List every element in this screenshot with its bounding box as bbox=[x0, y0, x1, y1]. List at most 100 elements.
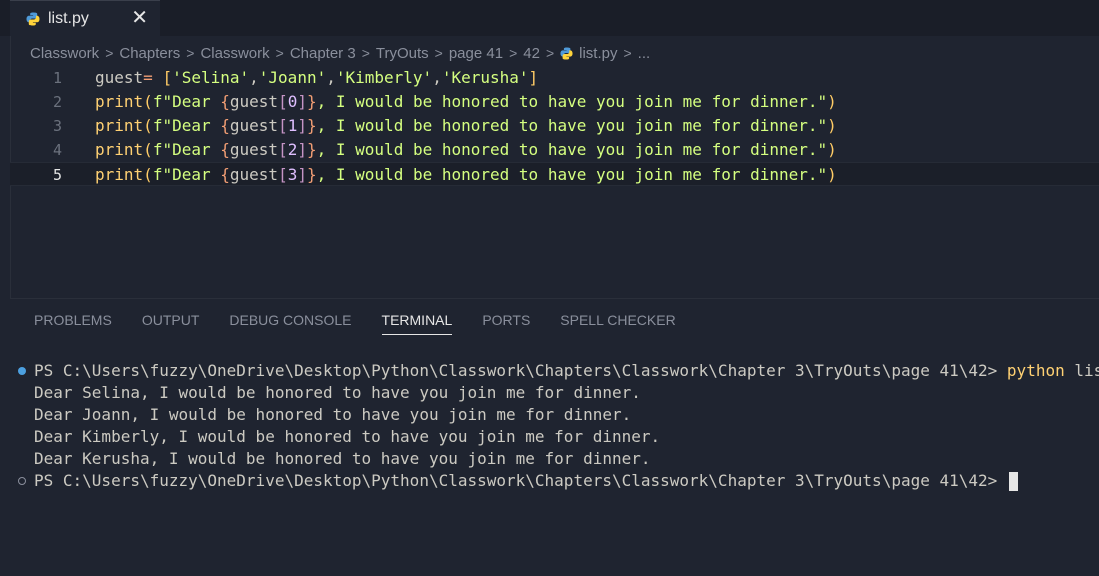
code-text: print(f"Dear {guest[2]}, I would be hono… bbox=[95, 138, 837, 162]
code-token: ] bbox=[528, 68, 539, 87]
code-token: [ bbox=[278, 140, 288, 159]
code-token: f"Dear bbox=[152, 165, 221, 184]
breadcrumb-more[interactable]: ... bbox=[638, 45, 651, 62]
tab-spell-checker[interactable]: SPELL CHECKER bbox=[560, 312, 675, 335]
command-status-dot bbox=[18, 367, 26, 375]
code-token: } bbox=[306, 92, 317, 111]
line-number: 4 bbox=[52, 141, 62, 159]
code-token: { bbox=[220, 140, 230, 159]
terminal-output-line: Dear Joann, I would be honored to have y… bbox=[34, 405, 632, 424]
code-token: = bbox=[143, 68, 163, 87]
breadcrumb: Classwork > Chapters > Classwork > Chapter 3 > T… bbox=[30, 42, 650, 64]
code-line: 1 guest= ['Selina','Joann','Kimberly','Ke… bbox=[10, 66, 1099, 90]
breadcrumb-item[interactable]: 42 bbox=[523, 45, 540, 62]
code-token: ) bbox=[827, 116, 837, 135]
python-icon bbox=[26, 12, 40, 25]
breadcrumb-file[interactable]: list.py bbox=[579, 45, 617, 62]
code-token: ( bbox=[143, 165, 153, 184]
breadcrumb-item[interactable]: Classwork bbox=[200, 45, 269, 62]
code-token: 2 bbox=[287, 140, 298, 159]
chevron-right-icon: > bbox=[186, 45, 195, 61]
python-icon bbox=[560, 46, 573, 60]
code-token: guest bbox=[95, 68, 144, 87]
terminal-command-line: PS C:\Users\fuzzy\OneDrive\Desktop\Pytho… bbox=[34, 360, 1099, 382]
chevron-right-icon: > bbox=[361, 45, 370, 61]
chevron-right-icon: > bbox=[275, 45, 284, 61]
code-token: f"Dear bbox=[152, 116, 221, 135]
code-token: , I would be honored to have you join me… bbox=[316, 116, 828, 135]
code-token: print bbox=[95, 116, 144, 135]
code-text: print(f"Dear {guest[3]}, I would be hono… bbox=[95, 163, 837, 187]
terminal-prompt: PS C:\Users\fuzzy\OneDrive\Desktop\Pytho… bbox=[34, 471, 1007, 490]
code-token: , I would be honored to have you join me… bbox=[316, 92, 828, 111]
code-token: print bbox=[95, 165, 144, 184]
code-token: ) bbox=[827, 92, 837, 111]
tab-list-py[interactable]: list.py ✕ bbox=[10, 0, 160, 36]
code-token: print bbox=[95, 92, 144, 111]
code-token: } bbox=[306, 116, 317, 135]
code-token: [ bbox=[162, 68, 173, 87]
breadcrumb-item[interactable]: TryOuts bbox=[376, 45, 429, 62]
code-token: ] bbox=[297, 140, 307, 159]
code-token: ( bbox=[143, 140, 153, 159]
terminal-command-arg: list.py bbox=[1074, 361, 1099, 380]
line-number: 2 bbox=[52, 93, 62, 111]
editor-tab-bar: list.py ✕ bbox=[0, 0, 1099, 36]
code-token: , bbox=[249, 68, 259, 87]
tab-problems[interactable]: PROBLEMS bbox=[34, 312, 112, 335]
line-number: 3 bbox=[52, 117, 62, 135]
code-token: f"Dear bbox=[152, 92, 221, 111]
code-token: ] bbox=[297, 116, 307, 135]
code-line: 4 print(f"Dear {guest[2]}, I would be hon… bbox=[10, 138, 1099, 162]
code-text: guest= ['Selina','Joann','Kimberly','Ker… bbox=[95, 66, 538, 90]
code-token: , I would be honored to have you join me… bbox=[316, 140, 828, 159]
code-token: , bbox=[432, 68, 442, 87]
tab-label: list.py bbox=[48, 9, 89, 27]
chevron-right-icon: > bbox=[545, 45, 555, 61]
terminal-output-line: Dear Kimberly, I would be honored to hav… bbox=[34, 427, 661, 446]
code-token: 1 bbox=[287, 116, 298, 135]
code-token: { bbox=[220, 165, 230, 184]
code-token: ( bbox=[143, 92, 153, 111]
breadcrumb-item[interactable]: Chapters bbox=[119, 45, 180, 62]
code-token: ] bbox=[297, 92, 307, 111]
breadcrumb-item[interactable]: Classwork bbox=[30, 45, 99, 62]
code-token: ) bbox=[827, 165, 837, 184]
terminal-prompt: PS C:\Users\fuzzy\OneDrive\Desktop\Pytho… bbox=[34, 361, 1007, 380]
code-token: guest bbox=[229, 140, 279, 159]
terminal-output-line: Dear Kerusha, I would be honored to have… bbox=[34, 449, 651, 468]
code-token: print bbox=[95, 140, 144, 159]
tab-debug-console[interactable]: DEBUG CONSOLE bbox=[229, 312, 351, 335]
code-token: ) bbox=[827, 140, 837, 159]
tab-terminal[interactable]: TERMINAL bbox=[381, 312, 453, 335]
breadcrumb-item[interactable]: page 41 bbox=[449, 45, 503, 62]
code-token: 'Joann' bbox=[258, 68, 327, 87]
code-token: 3 bbox=[287, 165, 298, 184]
code-token: 'Selina' bbox=[172, 68, 250, 87]
breadcrumb-item[interactable]: Chapter 3 bbox=[290, 45, 356, 62]
code-token: ] bbox=[297, 165, 307, 184]
command-status-dot bbox=[18, 477, 26, 485]
code-text: print(f"Dear {guest[1]}, I would be hono… bbox=[95, 114, 837, 138]
terminal-output-line: Dear Selina, I would be honored to have … bbox=[34, 383, 641, 402]
tab-ports[interactable]: PORTS bbox=[482, 312, 530, 335]
code-token: } bbox=[306, 165, 317, 184]
code-token: guest bbox=[229, 92, 279, 111]
code-editor[interactable]: 1 guest= ['Selina','Joann','Kimberly','Ke… bbox=[10, 66, 1099, 298]
tab-output[interactable]: OUTPUT bbox=[142, 312, 200, 335]
code-token: , bbox=[326, 68, 336, 87]
close-icon[interactable]: ✕ bbox=[131, 7, 148, 29]
panel-tabs: PROBLEMS OUTPUT DEBUG CONSOLE TERMINAL PORTS… bbox=[34, 312, 706, 335]
terminal-cursor[interactable] bbox=[1008, 472, 1018, 491]
code-line: 3 print(f"Dear {guest[1]}, I would be hon… bbox=[10, 114, 1099, 138]
code-line: 5 print(f"Dear {guest[3]}, I would be hon… bbox=[10, 162, 1099, 186]
chevron-right-icon: > bbox=[509, 45, 518, 61]
chevron-right-icon: > bbox=[434, 45, 443, 61]
code-token: guest bbox=[229, 116, 279, 135]
code-token: [ bbox=[278, 116, 288, 135]
code-token: { bbox=[220, 92, 230, 111]
terminal-prompt-line: PS C:\Users\fuzzy\OneDrive\Desktop\Pytho… bbox=[34, 470, 1018, 492]
code-token: 'Kerusha' bbox=[441, 68, 529, 87]
code-token: { bbox=[220, 116, 230, 135]
code-token: guest bbox=[229, 165, 279, 184]
